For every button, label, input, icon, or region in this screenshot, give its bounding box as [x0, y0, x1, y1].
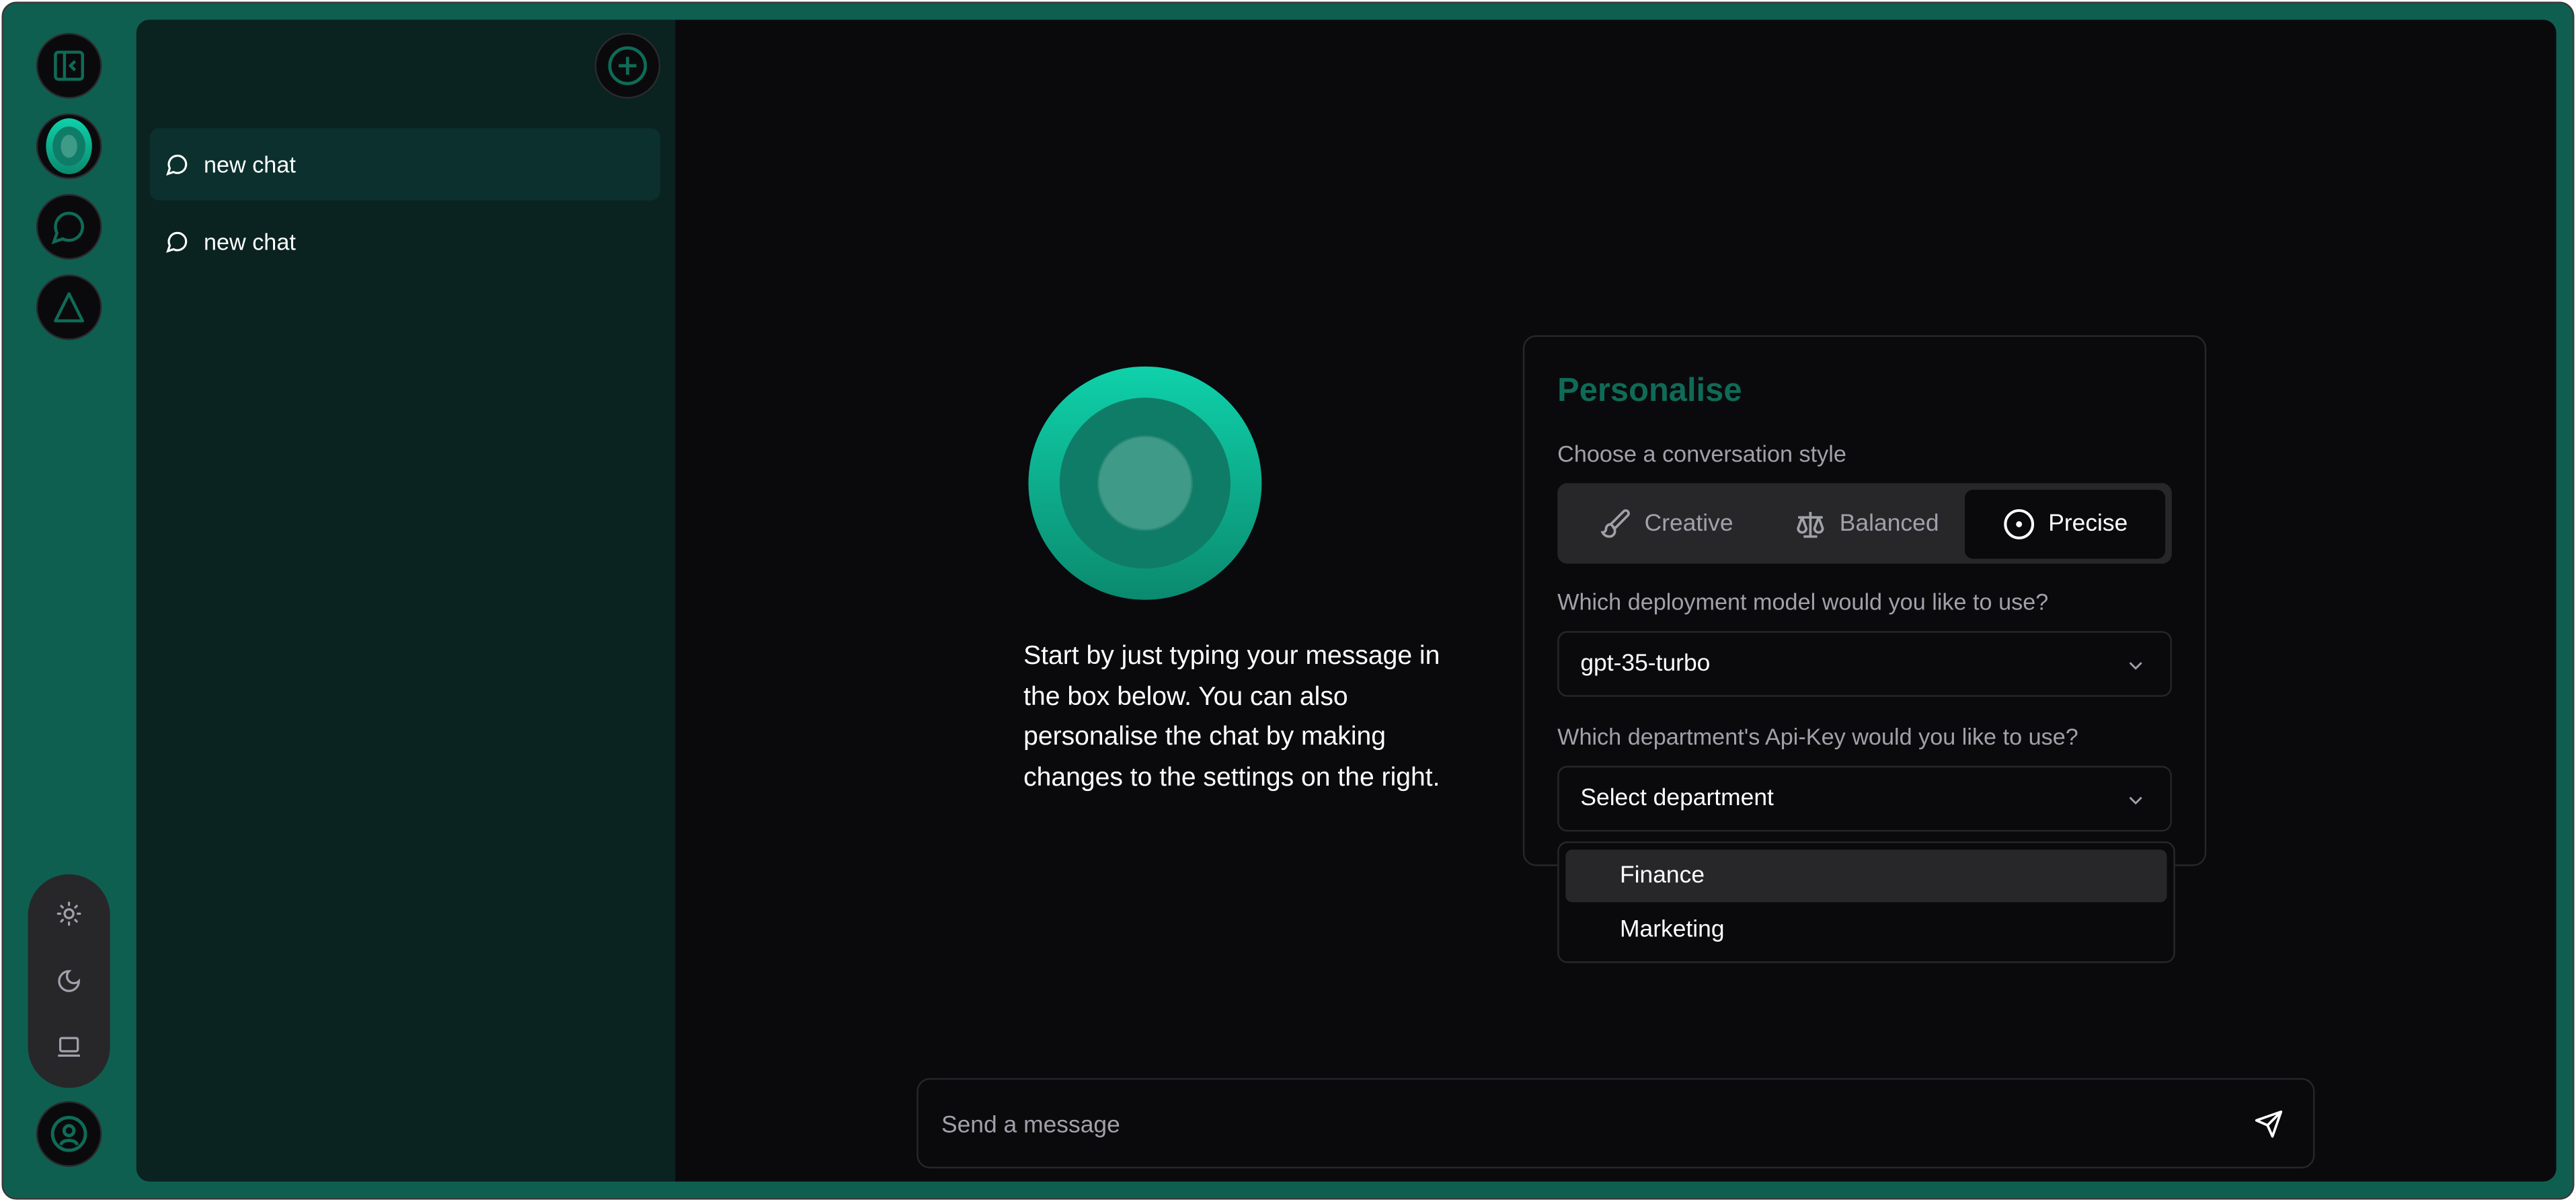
department-dropdown: Finance Marketing [1557, 841, 2175, 963]
sun-icon[interactable] [56, 901, 82, 927]
chevron-down-icon [2129, 796, 2142, 805]
style-creative[interactable]: Creative [1564, 490, 1768, 559]
send-icon[interactable] [2254, 1109, 2284, 1139]
target-icon [2003, 509, 2034, 539]
option-finance[interactable]: Finance [1565, 850, 2167, 903]
chat-label: new chat [203, 228, 296, 255]
brush-icon [1600, 509, 1630, 538]
moon-icon[interactable] [56, 968, 82, 994]
style-balanced[interactable]: Balanced [1768, 490, 1965, 559]
triangle-nav-button[interactable] [36, 274, 102, 340]
theme-switcher [28, 874, 110, 1088]
logo-icon [1028, 366, 1262, 600]
department-select[interactable]: Select department [1557, 765, 2172, 832]
message-composer [916, 1078, 2315, 1170]
message-input[interactable] [938, 1080, 2226, 1170]
home-logo-button[interactable] [36, 113, 102, 180]
triangle-icon [54, 292, 85, 323]
logo-icon [46, 118, 92, 174]
chat-sidebar: new chat new chat [136, 20, 676, 1182]
style-label: Choose a conversation style [1557, 440, 1846, 467]
conversation-style-toggle: Creative Balanced Precise [1557, 483, 2172, 564]
chat-nav-button[interactable] [36, 194, 102, 260]
sidebar-collapse-icon [54, 50, 85, 81]
personalise-card: Personalise Choose a conversation style … [1522, 335, 2207, 866]
chat-list-item[interactable]: new chat [149, 205, 660, 278]
option-marketing[interactable]: Marketing [1565, 904, 2167, 956]
main-panel: Start by just typing your message in the… [675, 20, 2557, 1182]
new-chat-button[interactable] [594, 32, 661, 99]
profile-button[interactable] [36, 1100, 102, 1167]
model-label: Which deployment model would you like to… [1557, 588, 2049, 615]
chat-list-item[interactable]: new chat [149, 128, 661, 201]
scale-icon [1796, 512, 1824, 538]
chat-icon [51, 211, 85, 245]
department-label: Which department's Api-Key would you lik… [1557, 723, 2078, 750]
user-circle-icon [50, 1115, 87, 1152]
chat-label: new chat [203, 151, 296, 178]
laptop-icon[interactable] [56, 1034, 82, 1060]
chevron-down-icon [2129, 662, 2142, 670]
chat-icon [166, 154, 188, 176]
card-title: Personalise [1557, 373, 1742, 410]
style-precise[interactable]: Precise [1965, 490, 2166, 559]
chat-icon [166, 231, 188, 253]
model-select[interactable]: gpt-35-turbo [1557, 631, 2172, 697]
intro-text: Start by just typing your message in the… [1023, 642, 1440, 792]
collapse-sidebar-button[interactable] [36, 32, 102, 99]
plus-circle-icon [608, 46, 648, 85]
